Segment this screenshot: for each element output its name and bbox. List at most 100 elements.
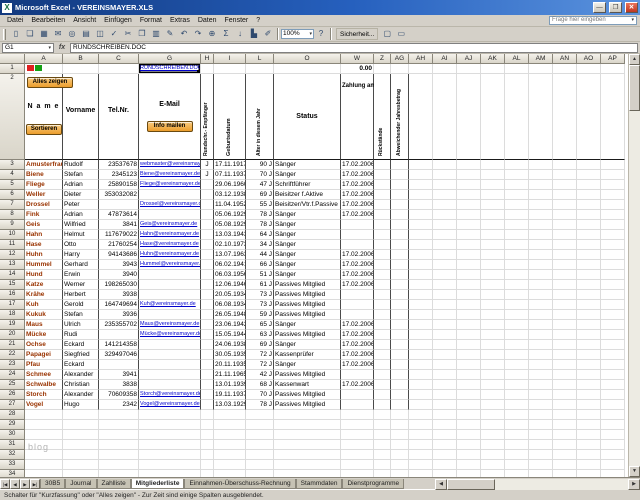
cell[interactable]: Eckard <box>63 340 99 350</box>
cell[interactable] <box>457 170 481 180</box>
cell[interactable] <box>553 400 577 410</box>
cell[interactable]: Dieter <box>63 190 99 200</box>
cell[interactable] <box>577 220 601 230</box>
horizontal-scroll-thumb[interactable] <box>447 479 495 490</box>
cell[interactable]: 90 J <box>246 160 274 170</box>
cell[interactable] <box>409 420 433 430</box>
cell[interactable] <box>457 160 481 170</box>
cell[interactable] <box>139 190 201 200</box>
cell[interactable] <box>433 190 457 200</box>
cell[interactable] <box>553 210 577 220</box>
cell[interactable] <box>341 470 374 477</box>
cell[interactable] <box>553 64 577 74</box>
mail-icon[interactable]: ✉ <box>51 28 65 41</box>
cell[interactable] <box>374 410 391 420</box>
cell[interactable] <box>433 430 457 440</box>
row-header-11[interactable]: 11 <box>0 240 25 250</box>
cell[interactable] <box>505 360 529 370</box>
cell[interactable] <box>374 320 391 330</box>
cell[interactable] <box>201 320 214 330</box>
cell[interactable] <box>201 340 214 350</box>
cell[interactable]: 17.02.2006 <box>341 380 374 390</box>
cell[interactable] <box>274 450 341 460</box>
cell[interactable]: Otto <box>63 240 99 250</box>
cell[interactable] <box>505 330 529 340</box>
cell[interactable]: 17.02.2006 <box>341 170 374 180</box>
cell[interactable] <box>601 410 625 420</box>
cell[interactable] <box>481 270 505 280</box>
cell[interactable] <box>99 430 139 440</box>
cell[interactable] <box>577 370 601 380</box>
cell[interactable]: 17.11.1917 <box>214 160 246 170</box>
cell[interactable] <box>577 460 601 470</box>
cell[interactable] <box>374 230 391 240</box>
cell[interactable] <box>529 260 553 270</box>
cell[interactable] <box>457 350 481 360</box>
cell[interactable] <box>457 270 481 280</box>
cell[interactable] <box>601 470 625 477</box>
cell[interactable] <box>601 420 625 430</box>
cell[interactable]: 72 J <box>246 350 274 360</box>
cell[interactable] <box>457 250 481 260</box>
cell[interactable] <box>553 360 577 370</box>
cell[interactable]: Helmut <box>63 230 99 240</box>
menu-item-daten[interactable]: Daten <box>194 15 221 26</box>
column-header-O[interactable]: O <box>274 54 341 64</box>
cell[interactable] <box>433 64 457 74</box>
cell[interactable] <box>374 380 391 390</box>
cell[interactable] <box>201 260 214 270</box>
cell[interactable] <box>201 350 214 360</box>
cell[interactable] <box>553 460 577 470</box>
cell[interactable]: 13.01.1939 <box>214 380 246 390</box>
cell[interactable] <box>391 160 409 170</box>
row-header-33[interactable]: 33 <box>0 460 25 470</box>
fill-handle[interactable] <box>197 70 200 73</box>
cell[interactable] <box>529 240 553 250</box>
cell[interactable] <box>505 290 529 300</box>
cell[interactable] <box>433 380 457 390</box>
cell[interactable]: Schwalbe <box>25 380 63 390</box>
cell[interactable] <box>139 470 201 477</box>
cell[interactable]: Maus@vereinsmayer.de <box>139 320 201 330</box>
cell[interactable] <box>601 200 625 210</box>
cell[interactable] <box>433 320 457 330</box>
cell[interactable] <box>139 430 201 440</box>
cell[interactable] <box>529 310 553 320</box>
cell[interactable] <box>505 64 529 74</box>
cell[interactable] <box>433 270 457 280</box>
cell[interactable] <box>457 290 481 300</box>
cell[interactable]: 78 J <box>246 210 274 220</box>
column-header-AI[interactable]: AI <box>433 54 457 64</box>
cell[interactable] <box>341 230 374 240</box>
menu-item-item[interactable]: ? <box>252 15 264 26</box>
formula-input[interactable]: RUNDSCHREIBEN.DOC <box>70 42 638 53</box>
cell[interactable]: Werner <box>63 280 99 290</box>
cell[interactable] <box>601 220 625 230</box>
cell[interactable] <box>577 74 601 160</box>
cell[interactable] <box>505 450 529 460</box>
cell[interactable]: Sänger <box>274 340 341 350</box>
row-header-20[interactable]: 20 <box>0 330 25 340</box>
column-header-AP[interactable]: AP <box>601 54 625 64</box>
cell[interactable]: Papagei <box>25 350 63 360</box>
cell[interactable] <box>433 350 457 360</box>
row-header-13[interactable]: 13 <box>0 260 25 270</box>
column-header-AO[interactable]: AO <box>577 54 601 64</box>
row-header-9[interactable]: 9 <box>0 220 25 230</box>
cell[interactable] <box>99 450 139 460</box>
row-header-14[interactable]: 14 <box>0 270 25 280</box>
cell[interactable] <box>374 330 391 340</box>
cell[interactable] <box>433 230 457 240</box>
cell[interactable] <box>601 190 625 200</box>
cell[interactable] <box>505 270 529 280</box>
cell[interactable]: 17.02.2006 <box>341 330 374 340</box>
cell[interactable] <box>577 400 601 410</box>
cell[interactable]: Stefan <box>63 170 99 180</box>
cell[interactable] <box>481 400 505 410</box>
cell[interactable] <box>201 380 214 390</box>
cell[interactable]: 2342 <box>99 400 139 410</box>
cell[interactable] <box>457 470 481 477</box>
cell[interactable] <box>139 380 201 390</box>
cell[interactable]: 141214358 <box>99 340 139 350</box>
menu-item-format[interactable]: Format <box>136 15 166 26</box>
